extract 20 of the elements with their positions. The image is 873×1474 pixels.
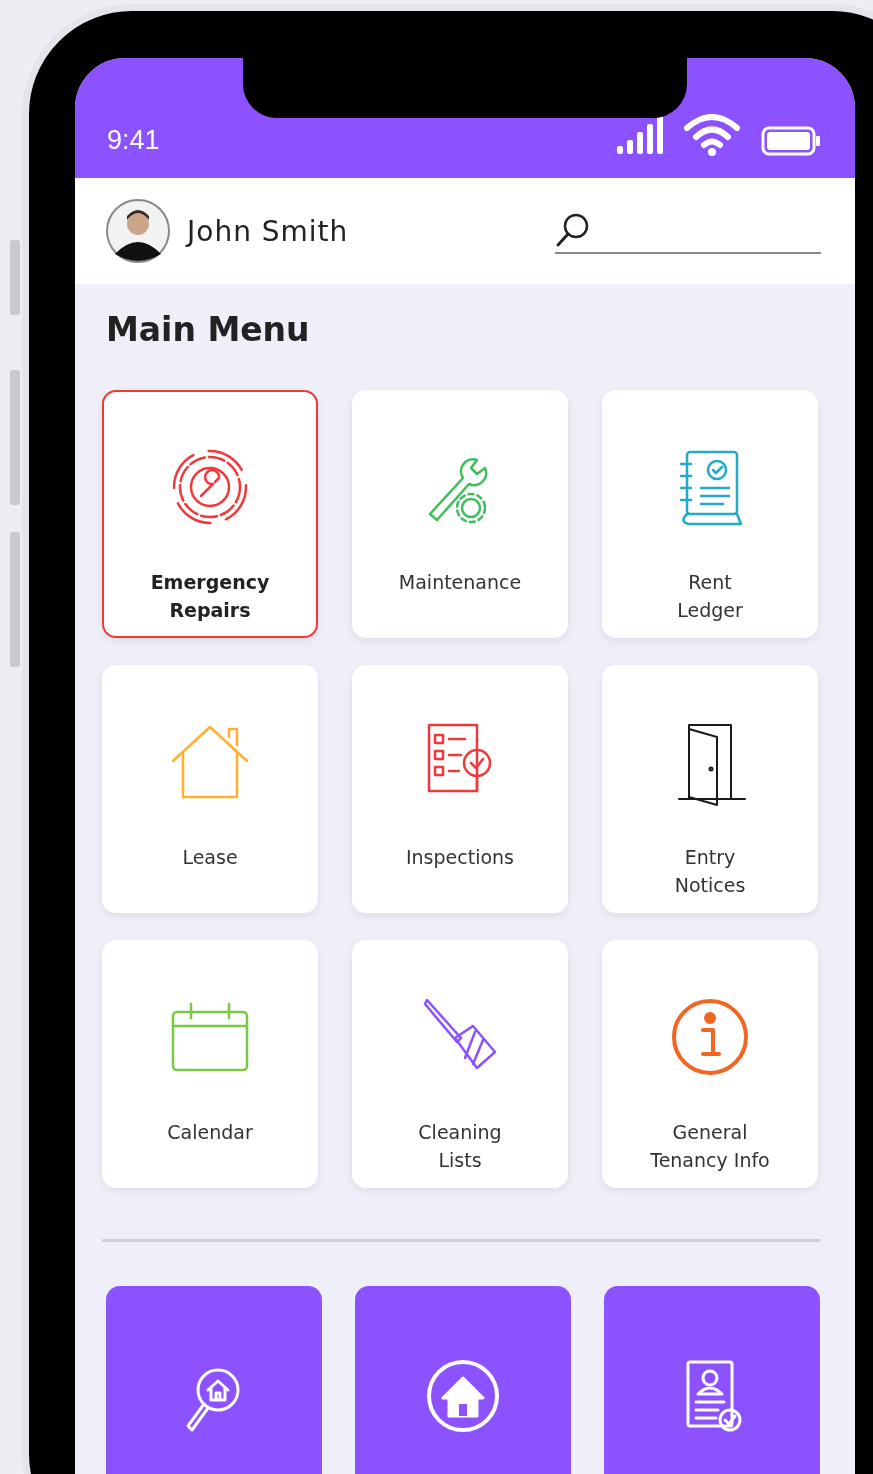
menu-card[interactable]: Lease <box>102 665 318 913</box>
wifi-icon <box>683 114 741 156</box>
section-title: Main Menu <box>106 310 311 351</box>
menu-card[interactable]: Rent Ledger <box>602 390 818 638</box>
nav-tile[interactable] <box>604 1286 820 1474</box>
signal-icon <box>615 116 663 156</box>
menu-card[interactable]: Emergency Repairs <box>102 390 318 638</box>
nav-tile[interactable] <box>106 1286 322 1474</box>
menu-card[interactable]: Cleaning Lists <box>352 940 568 1188</box>
menu-card[interactable]: Maintenance <box>352 390 568 638</box>
search-icon <box>555 212 591 248</box>
status-time: 9:41 <box>107 125 160 156</box>
menu-card[interactable]: Inspections <box>352 665 568 913</box>
nav-tile[interactable] <box>355 1286 571 1474</box>
menu-card[interactable]: Entry Notices <box>602 665 818 913</box>
menu-card[interactable]: Calendar <box>102 940 318 1188</box>
battery-icon <box>761 126 821 156</box>
avatar <box>105 198 171 264</box>
user-name: John Smith <box>187 214 350 248</box>
menu-card[interactable]: General Tenancy Info <box>602 940 818 1188</box>
